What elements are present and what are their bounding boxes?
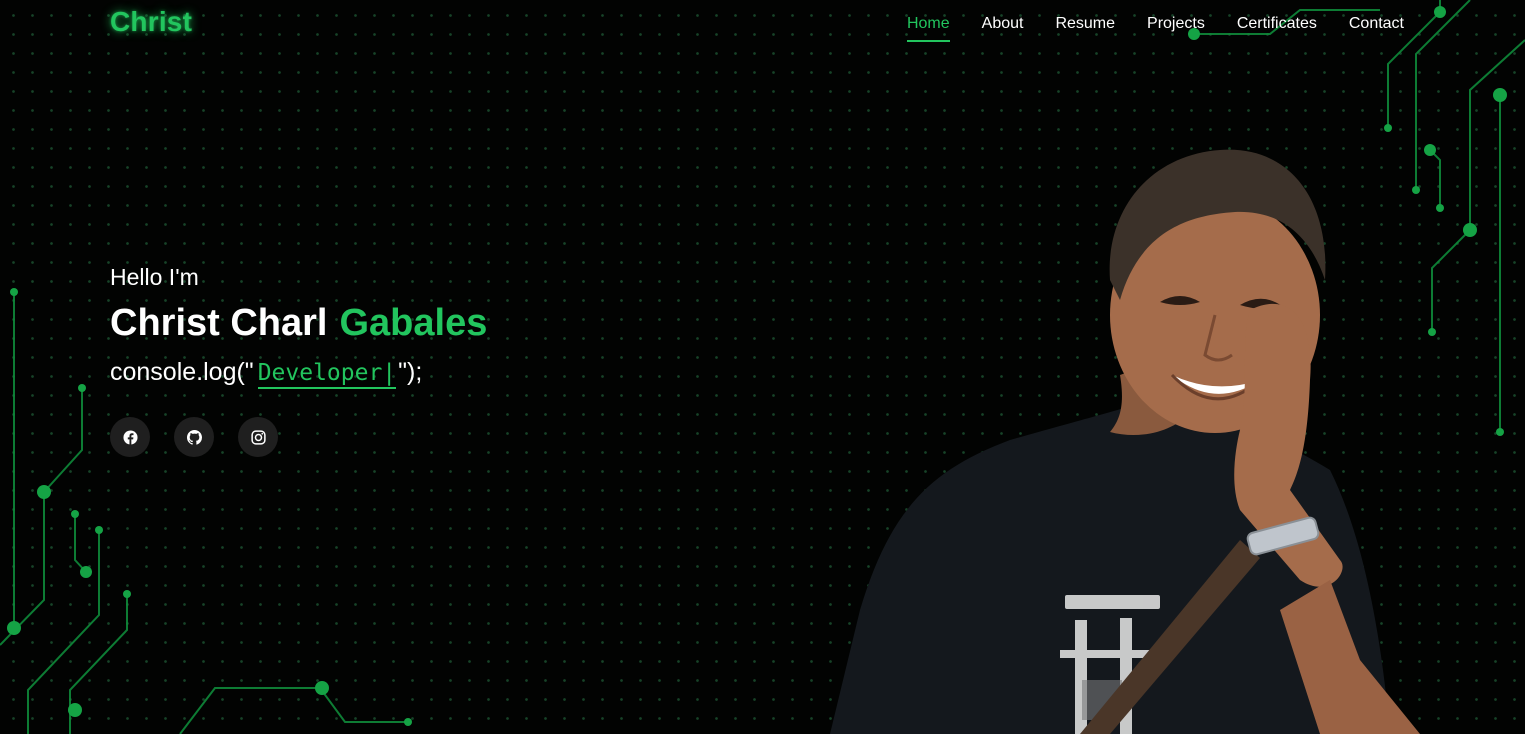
- instagram-icon: [250, 429, 266, 445]
- hero-name: Christ Charl Gabales: [110, 302, 487, 345]
- nav-home[interactable]: Home: [906, 14, 950, 42]
- nav-contact[interactable]: Contact: [1349, 14, 1404, 42]
- github-link[interactable]: [174, 417, 214, 457]
- facebook-icon: [122, 429, 138, 445]
- typed-role: Developer|: [257, 360, 397, 389]
- nav-certificates[interactable]: Certificates: [1237, 14, 1317, 42]
- site-logo[interactable]: Christ: [110, 6, 192, 38]
- hero-first-name: Christ Charl: [110, 302, 328, 344]
- social-links: [110, 417, 278, 457]
- nav-about[interactable]: About: [982, 14, 1024, 42]
- instagram-link[interactable]: [238, 417, 278, 457]
- hero-last-name: Gabales: [339, 302, 488, 344]
- nav-resume[interactable]: Resume: [1055, 14, 1115, 42]
- profile-photo: [830, 149, 1420, 734]
- nav-projects[interactable]: Projects: [1147, 14, 1205, 42]
- hero-page: Christ Home About Resume Projects Certif…: [0, 0, 1525, 734]
- facebook-link[interactable]: [110, 417, 150, 457]
- github-icon: [186, 429, 202, 445]
- main-nav: Home About Resume Projects Certificates …: [906, 14, 1404, 42]
- console-prefix: console.log(": [110, 358, 254, 386]
- hero-greeting: Hello I'm: [110, 264, 199, 290]
- console-suffix: ");: [398, 358, 423, 386]
- hero-typing-line: console.log(" Developer|");: [110, 358, 423, 389]
